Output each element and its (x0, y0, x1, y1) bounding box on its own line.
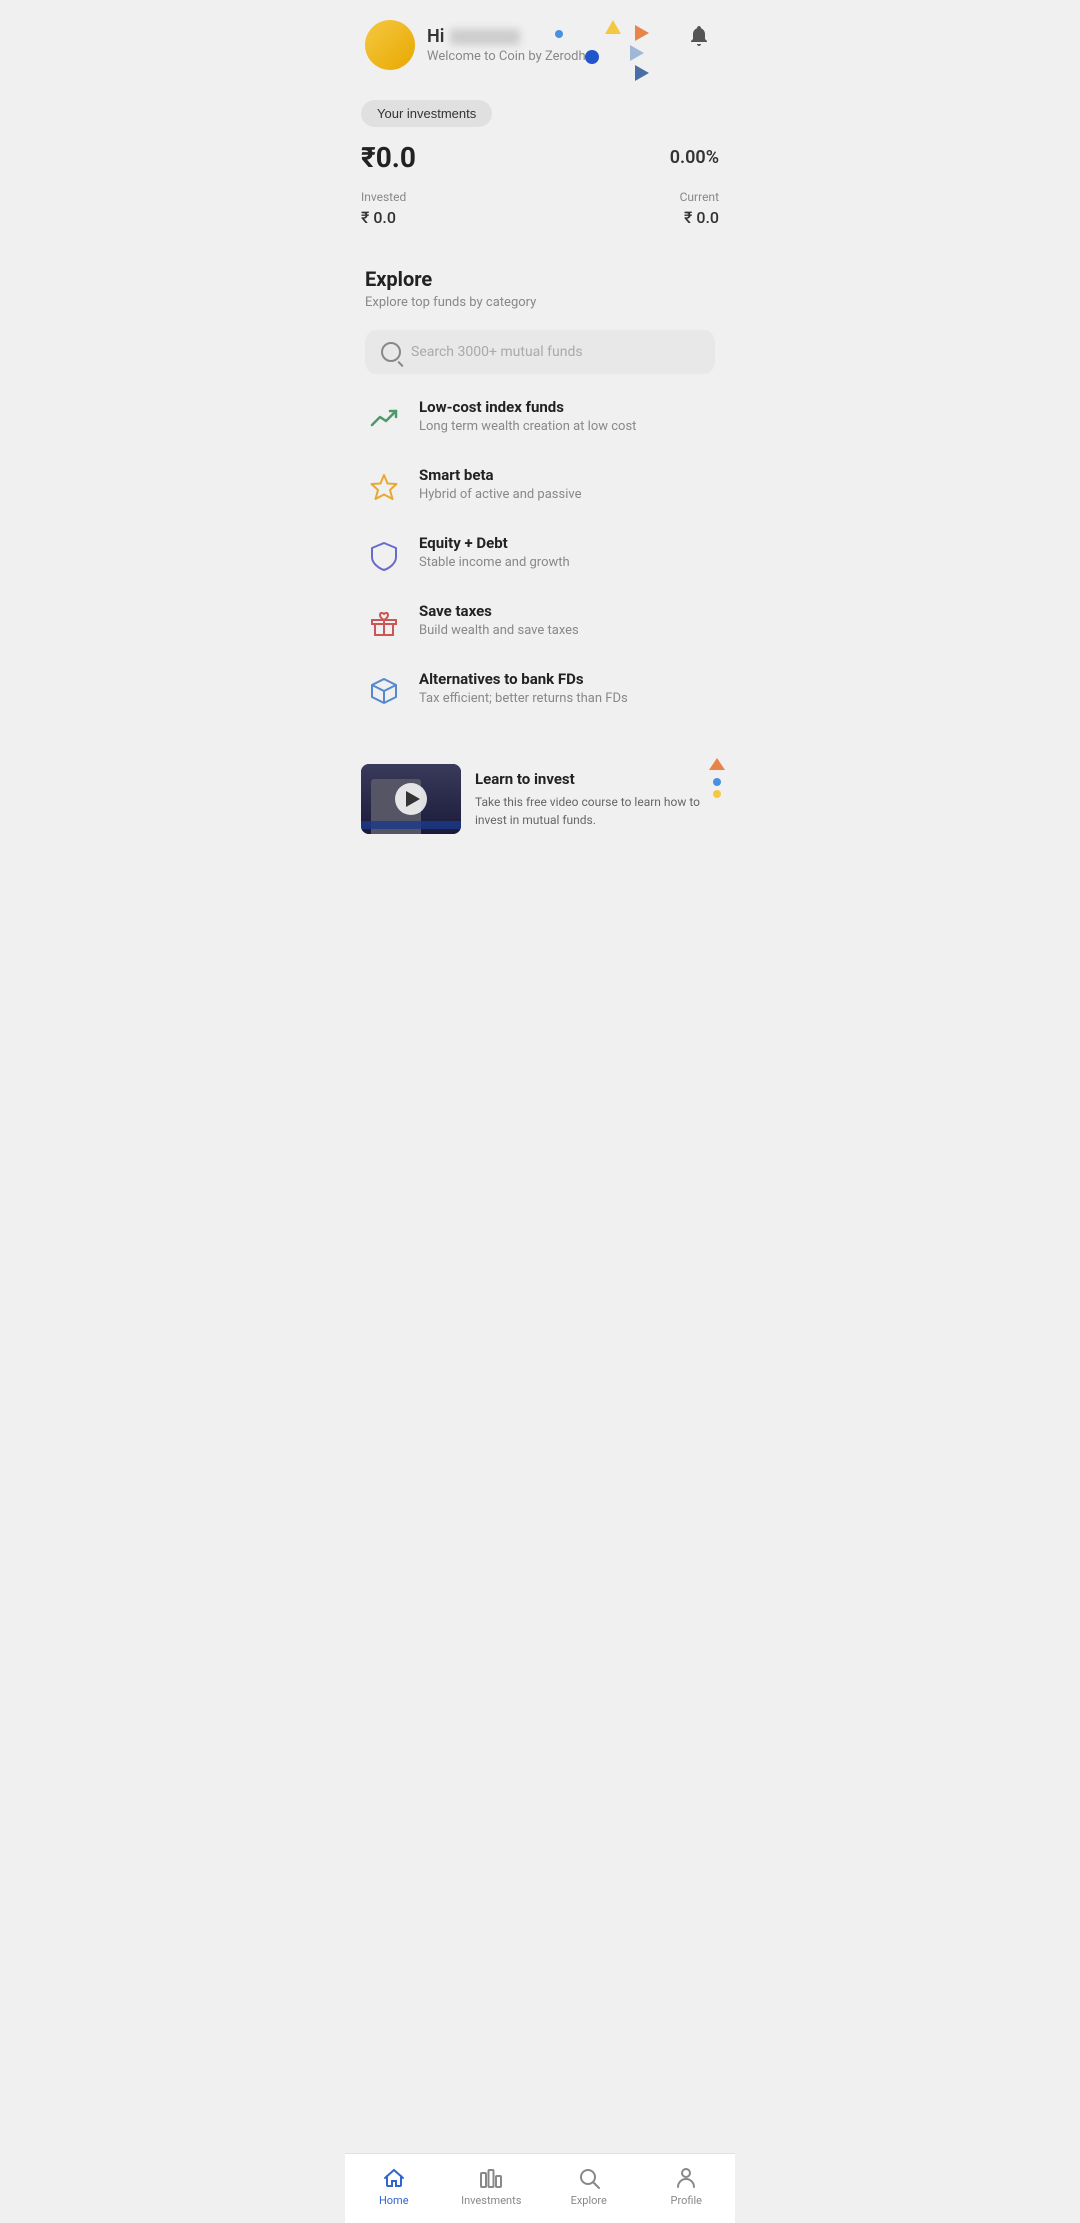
investments-icon (479, 2166, 503, 2190)
category-desc-low-cost: Long term wealth creation at low cost (419, 419, 636, 434)
portfolio-return-row: ₹0.0 0.00% (361, 141, 719, 174)
investments-card: Your investments ₹0.0 0.00% Invested ₹ 0… (361, 90, 719, 237)
explore-section: Explore Explore top funds by category Se… (345, 257, 735, 748)
home-icon (382, 2166, 406, 2190)
category-item-alternatives-fd[interactable]: Alternatives to bank FDs Tax efficient; … (365, 670, 715, 710)
greeting-text: Hi Welcome to Coin by Zerodha (427, 26, 593, 64)
nav-item-home[interactable]: Home (345, 2162, 443, 2211)
category-name-smart-beta: Smart beta (419, 466, 582, 484)
portfolio-percent: 0.00% (670, 147, 719, 168)
learn-text: Learn to invest Take this free video cou… (475, 770, 719, 829)
welcome-text: Welcome to Coin by Zerodha (427, 49, 593, 64)
play-triangle-icon (406, 791, 420, 807)
portfolio-details: Invested ₹ 0.0 Current ₹ 0.0 (361, 190, 719, 227)
category-item-save-taxes[interactable]: Save taxes Build wealth and save taxes (365, 602, 715, 642)
invested-value: ₹ 0.0 (361, 208, 396, 227)
nav-item-explore[interactable]: Explore (540, 2162, 638, 2211)
invested-detail: Invested ₹ 0.0 (361, 190, 406, 227)
category-desc-alternatives-fd: Tax efficient; better returns than FDs (419, 691, 628, 706)
explore-subtitle: Explore top funds by category (365, 295, 715, 310)
current-detail: Current ₹ 0.0 (680, 190, 719, 227)
trend-up-icon (365, 400, 403, 438)
play-button[interactable] (395, 783, 427, 815)
learn-thumbnail (361, 764, 461, 834)
avatar (365, 20, 415, 70)
current-label: Current (680, 190, 719, 204)
category-text-low-cost: Low-cost index funds Long term wealth cr… (419, 398, 636, 434)
nav-item-profile[interactable]: Profile (638, 2162, 736, 2211)
explore-search-icon (577, 2166, 601, 2190)
nav-label-profile: Profile (671, 2194, 702, 2207)
category-name-save-taxes: Save taxes (419, 602, 579, 620)
triangle-blue-dark (635, 65, 649, 81)
category-desc-save-taxes: Build wealth and save taxes (419, 623, 579, 638)
category-name-low-cost: Low-cost index funds (419, 398, 636, 416)
your-investments-button[interactable]: Your investments (361, 100, 492, 127)
triangle-yellow (605, 20, 621, 34)
search-bar[interactable]: Search 3000+ mutual funds (365, 330, 715, 374)
current-value: ₹ 0.0 (684, 208, 719, 227)
nav-label-investments: Investments (461, 2194, 521, 2207)
portfolio-value: ₹0.0 (361, 141, 416, 174)
triangle-orange (635, 25, 649, 41)
learn-banner-desc: Take this free video course to learn how… (475, 793, 719, 829)
category-text-save-taxes: Save taxes Build wealth and save taxes (419, 602, 579, 638)
user-name-blurred (450, 29, 520, 45)
profile-icon (674, 2166, 698, 2190)
nav-item-investments[interactable]: Investments (443, 2162, 541, 2211)
header: Hi Welcome to Coin by Zerodha (345, 0, 735, 80)
triangle-blue-light (630, 45, 644, 61)
nav-label-home: Home (379, 2194, 409, 2207)
category-item-equity-debt[interactable]: Equity + Debt Stable income and growth (365, 534, 715, 574)
category-item-smart-beta[interactable]: Smart beta Hybrid of active and passive (365, 466, 715, 506)
category-desc-smart-beta: Hybrid of active and passive (419, 487, 582, 502)
star-icon (365, 468, 403, 506)
greeting-title: Hi (427, 26, 593, 47)
banner-triangle-orange (709, 758, 725, 770)
category-text-alternatives-fd: Alternatives to bank FDs Tax efficient; … (419, 670, 628, 706)
search-icon (381, 342, 401, 362)
bottom-nav: Home Investments Explore Profile (345, 2153, 735, 2223)
category-item-low-cost-index[interactable]: Low-cost index funds Long term wealth cr… (365, 398, 715, 438)
invested-label: Invested (361, 190, 406, 204)
explore-title: Explore (365, 267, 715, 291)
greeting-word: Hi (427, 26, 444, 47)
search-placeholder-text: Search 3000+ mutual funds (411, 344, 583, 360)
shield-icon (365, 536, 403, 574)
nav-label-explore: Explore (571, 2194, 607, 2207)
category-name-equity-debt: Equity + Debt (419, 534, 570, 552)
category-text-equity-debt: Equity + Debt Stable income and growth (419, 534, 570, 570)
category-text-smart-beta: Smart beta Hybrid of active and passive (419, 466, 582, 502)
gift-icon (365, 604, 403, 642)
category-desc-equity-debt: Stable income and growth (419, 555, 570, 570)
header-left: Hi Welcome to Coin by Zerodha (365, 20, 593, 70)
learn-banner-title: Learn to invest (475, 770, 719, 788)
box-icon (365, 672, 403, 710)
learn-banner[interactable]: Learn to invest Take this free video cou… (345, 748, 735, 850)
category-name-alternatives-fd: Alternatives to bank FDs (419, 670, 628, 688)
notification-bell-icon[interactable] (683, 20, 715, 58)
